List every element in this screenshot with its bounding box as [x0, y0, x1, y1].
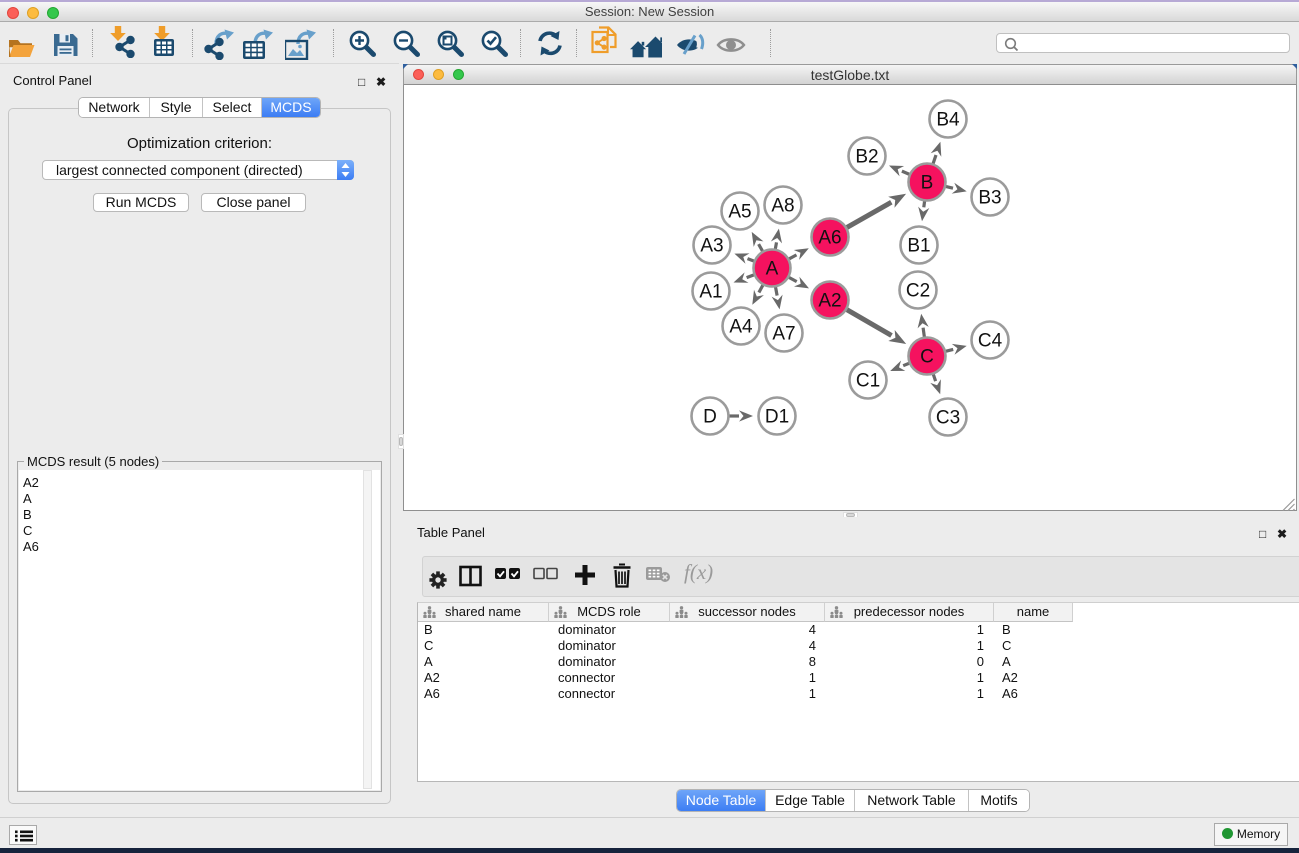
svg-text:C1: C1: [856, 371, 880, 392]
svg-text:A6: A6: [818, 228, 841, 249]
svg-text:A: A: [766, 259, 779, 280]
svg-text:B2: B2: [855, 147, 878, 168]
svg-text:D1: D1: [765, 407, 789, 428]
svg-text:C3: C3: [936, 408, 960, 429]
svg-text:C4: C4: [978, 331, 1003, 352]
svg-text:B3: B3: [978, 188, 1001, 209]
svg-text:A4: A4: [729, 317, 753, 338]
svg-text:A5: A5: [728, 202, 751, 223]
svg-text:A2: A2: [818, 291, 841, 312]
svg-text:A1: A1: [699, 282, 722, 303]
svg-text:B1: B1: [907, 236, 930, 257]
svg-text:A8: A8: [771, 196, 794, 217]
svg-text:B4: B4: [936, 110, 960, 131]
svg-text:A3: A3: [700, 236, 723, 257]
svg-text:C: C: [920, 347, 934, 368]
svg-text:A7: A7: [772, 324, 795, 345]
svg-text:C2: C2: [906, 281, 930, 302]
svg-text:B: B: [921, 173, 934, 194]
svg-text:D: D: [703, 407, 717, 428]
